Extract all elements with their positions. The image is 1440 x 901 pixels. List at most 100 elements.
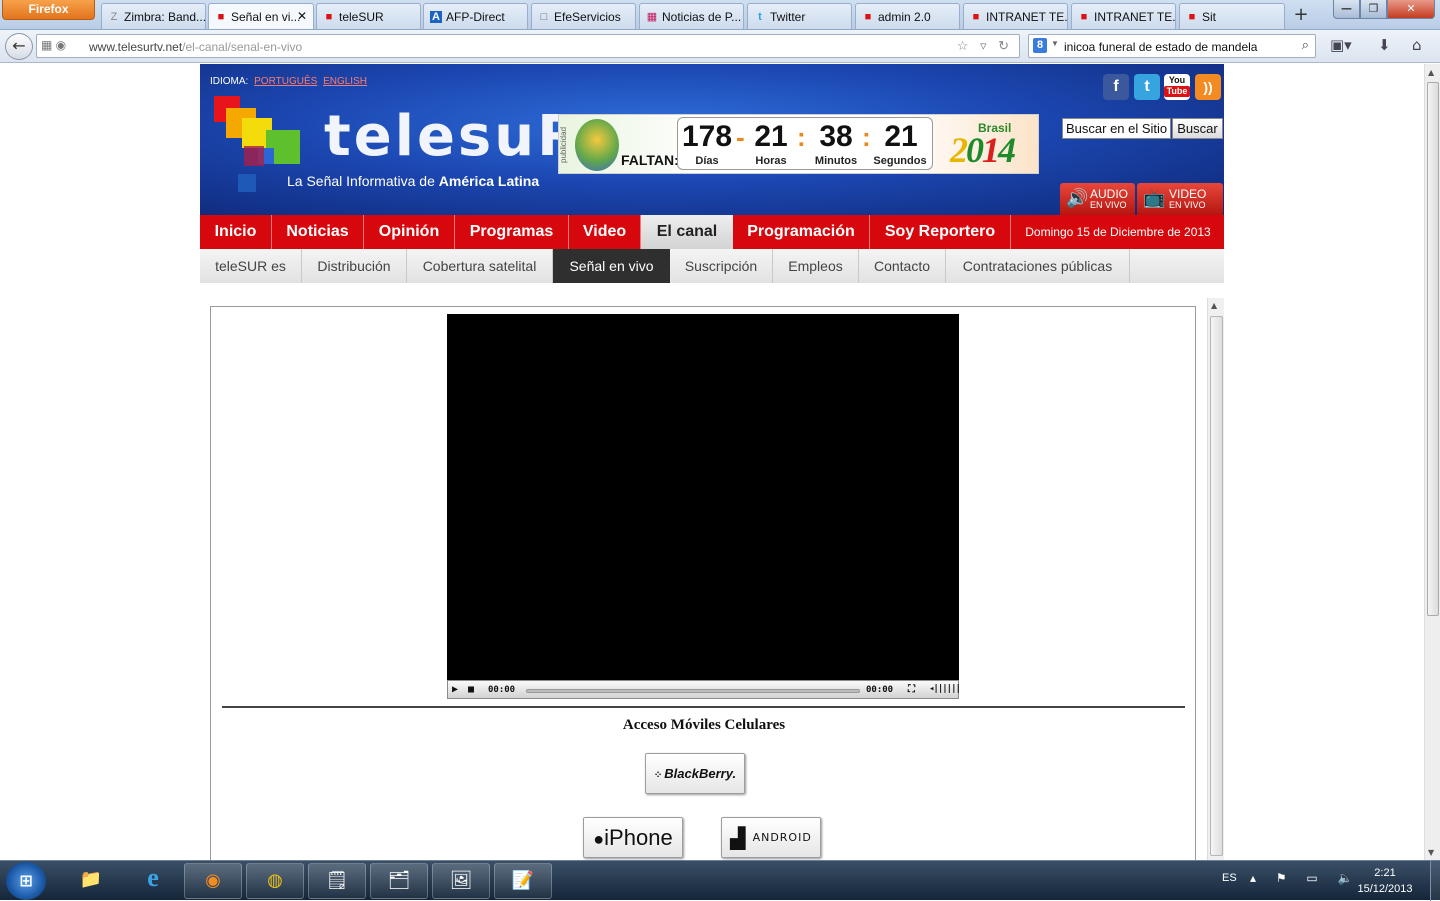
nav-el-canal[interactable]: El canal	[641, 215, 733, 249]
nav-inicio[interactable]: Inicio	[200, 215, 272, 249]
scroll-down-arrow[interactable]: ▼	[1428, 848, 1434, 857]
subnav-contrataciones-publicas[interactable]: Contrataciones públicas	[946, 249, 1130, 283]
clock-time[interactable]: 2:21	[1350, 867, 1420, 879]
bookmarks-icon[interactable]: ▣▾	[1330, 36, 1352, 54]
back-button[interactable]: ←	[5, 33, 33, 60]
tab-noticias[interactable]: ▦ Noticias de P...	[639, 3, 744, 29]
new-tab-button[interactable]: +	[1288, 4, 1314, 28]
home-icon[interactable]: ⌂	[1412, 36, 1422, 54]
youtube-icon[interactable]: You Tube	[1164, 74, 1190, 100]
countdown-minutes: 38	[819, 120, 853, 153]
play-icon[interactable]: ▶	[452, 684, 458, 695]
clock-date[interactable]: 15/12/2013	[1350, 883, 1420, 895]
chrome-taskbar-icon[interactable]: ◍	[246, 863, 304, 899]
mobile-access-title: Acceso Móviles Celulares	[622, 717, 786, 733]
twitter-icon[interactable]: t	[1134, 74, 1160, 100]
tab-zimbra[interactable]: Z Zimbra: Band...	[101, 3, 206, 29]
system-tray-icons[interactable]: ▴ ⚑ ▭ 🔈	[1250, 871, 1361, 885]
subnav-suscripcion[interactable]: Suscripción	[670, 249, 773, 283]
volume-icon[interactable]: ◂||||||	[929, 684, 961, 694]
google-icon[interactable]: 8	[1033, 38, 1047, 53]
tab-admin[interactable]: ■ admin 2.0	[855, 3, 960, 29]
blackberry-button[interactable]: ⁘ BlackBerry.	[645, 753, 745, 794]
files-taskbar-icon[interactable]: 🗂	[370, 863, 428, 899]
worldcup-countdown-banner[interactable]: publicidad FALTAN: 178 - 21 : 38 : 21 Dí…	[558, 114, 1039, 174]
site-search-input[interactable]	[1062, 118, 1171, 139]
windows-taskbar: ⊞ 📁 e ◉ ◍ 🗒 🗂 🖼 📝 ES ▴ ⚑ ▭ 🔈 2:21 15/12/…	[0, 860, 1440, 901]
internet-explorer-taskbar-icon[interactable]: e	[124, 863, 182, 899]
url-bar[interactable]: ▦ ◉ www.telesurtv.net/el-canal/senal-en-…	[36, 34, 1020, 58]
youtube-text: You	[1168, 75, 1186, 85]
nav-programas[interactable]: Programas	[455, 215, 569, 249]
frame-scrollbar[interactable]: ▲	[1207, 298, 1224, 860]
close-window-button[interactable]: ✕	[1387, 0, 1435, 19]
nav-video[interactable]: Video	[569, 215, 641, 249]
subnav-telesur-es[interactable]: teleSUR es	[200, 249, 302, 283]
language-label: IDIOMA:	[210, 76, 249, 87]
blackberry-icon: ⁘	[653, 770, 663, 781]
maximize-button[interactable]: ❐	[1360, 0, 1387, 19]
site-identity-icon[interactable]: ▦ ◉	[41, 38, 66, 52]
site-header: IDIOMA: PORTUGUÊS ENGLISH telesuR La Señ…	[200, 64, 1224, 215]
subnav-cobertura-satelital[interactable]: Cobertura satelital	[407, 249, 553, 283]
close-tab-icon[interactable]: ✕	[297, 9, 307, 23]
url-host: www.telesurtv.net	[89, 40, 183, 54]
tab-senal-en-vivo[interactable]: ■ Señal en vi... ✕	[208, 3, 314, 29]
tab-telesur[interactable]: ■ teleSUR	[316, 3, 421, 29]
tab-twitter[interactable]: t Twitter	[747, 3, 852, 29]
keyboard-language[interactable]: ES	[1222, 872, 1237, 884]
pictures-taskbar-icon[interactable]: 🖼	[432, 863, 490, 899]
video-live-button[interactable]: 📺 VIDEO EN VIVO	[1137, 183, 1223, 215]
audio-live-button[interactable]: 🔊 AUDIO EN VIVO	[1060, 183, 1135, 215]
tab-intranet-1[interactable]: ■ INTRANET TE...	[963, 3, 1068, 29]
video-player[interactable]	[447, 314, 959, 698]
chevron-down-icon[interactable]: ▼	[1051, 39, 1059, 48]
minimize-button[interactable]: —	[1333, 0, 1360, 19]
site-search-button[interactable]: Buscar	[1172, 118, 1223, 139]
fullscreen-icon[interactable]: ⛶	[908, 684, 915, 695]
nav-noticias[interactable]: Noticias	[272, 215, 364, 249]
nav-soy-reportero[interactable]: Soy Reportero	[870, 215, 1011, 249]
language-portugues-link[interactable]: PORTUGUÊS	[254, 76, 317, 87]
stop-icon[interactable]: ■	[468, 684, 474, 695]
tab-afp-direct[interactable]: A AFP-Direct	[423, 3, 528, 29]
iphone-button[interactable]: ●iPhone	[583, 817, 683, 858]
facebook-icon[interactable]: f	[1103, 74, 1129, 100]
tab-sit[interactable]: ■ Sit	[1179, 3, 1285, 29]
explorer-taskbar-icon[interactable]: 📁	[62, 863, 120, 899]
editor-taskbar-icon[interactable]: 📝	[494, 863, 552, 899]
countdown-days: 178	[682, 120, 733, 153]
telesur-icon: ■	[1080, 11, 1088, 23]
subnav-senal-en-vivo[interactable]: Señal en vivo	[553, 249, 670, 283]
language-english-link[interactable]: ENGLISH	[323, 76, 367, 87]
frame-scroll-thumb[interactable]	[1210, 316, 1223, 856]
page-scrollbar[interactable]: ▲ ▼	[1424, 64, 1440, 860]
bookmark-star-icon[interactable]: ☆ ▿ ↻	[957, 38, 1013, 54]
language-selector: IDIOMA: PORTUGUÊS ENGLISH	[210, 76, 367, 87]
notes-taskbar-icon[interactable]: 🗒	[308, 863, 366, 899]
tab-efeservicios[interactable]: □ EfeServicios	[531, 3, 636, 29]
show-desktop-button[interactable]	[1430, 861, 1440, 901]
search-bar[interactable]: 8 ▼ inicoa funeral de estado de mandela …	[1028, 34, 1316, 58]
page-scroll-thumb[interactable]	[1427, 82, 1439, 616]
telesur-icon: ■	[864, 11, 872, 23]
android-button[interactable]: ▟ ANDROID	[721, 817, 821, 858]
firefox-menu-button[interactable]: Firefox	[2, 0, 95, 20]
telesur-logo-text[interactable]: telesuR	[324, 104, 583, 169]
nav-opinion[interactable]: Opinión	[364, 215, 455, 249]
search-icon[interactable]: ⌕	[1302, 37, 1309, 53]
subnav-contacto[interactable]: Contacto	[859, 249, 946, 283]
nav-programacion[interactable]: Programación	[733, 215, 870, 249]
tab-intranet-2[interactable]: ■ INTRANET TE...	[1071, 3, 1176, 29]
scroll-up-arrow[interactable]: ▲	[1428, 68, 1434, 77]
seek-bar[interactable]	[526, 689, 860, 693]
subnav-distribucion[interactable]: Distribución	[302, 249, 407, 283]
download-icon[interactable]: ⬇	[1378, 36, 1391, 54]
firefox-taskbar-icon[interactable]: ◉	[184, 863, 242, 899]
search-input[interactable]: inicoa funeral de estado de mandela	[1064, 40, 1257, 54]
rss-icon[interactable]: ))	[1195, 74, 1221, 100]
scroll-up-arrow[interactable]: ▲	[1211, 301, 1217, 310]
start-button[interactable]: ⊞	[6, 862, 46, 900]
video-live-sublabel: EN VIVO	[1169, 200, 1206, 210]
subnav-empleos[interactable]: Empleos	[773, 249, 859, 283]
